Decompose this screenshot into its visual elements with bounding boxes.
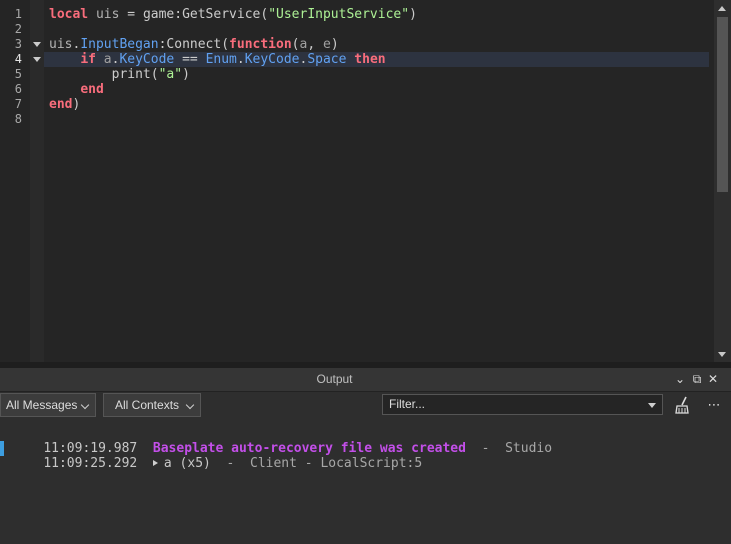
line-number: 4: [14, 52, 22, 66]
code-token: ,: [307, 37, 323, 52]
log-separator: -: [465, 441, 506, 456]
code-token: ==: [174, 52, 206, 67]
log-source: Studio: [505, 441, 553, 456]
script-editor[interactable]: 12345678 local uis = game:GetService("Us…: [0, 0, 731, 362]
fold-toggle-icon[interactable]: [33, 42, 41, 47]
code-token: Connect: [166, 37, 222, 52]
code-token: print: [111, 67, 151, 82]
code-token: (: [260, 7, 269, 22]
broom-icon[interactable]: [672, 395, 692, 417]
line-number: 8: [14, 112, 22, 126]
code-token: ): [330, 37, 339, 52]
code-token: "UserInputService": [268, 7, 410, 22]
line-number: 3: [14, 37, 22, 51]
more-icon[interactable]: ⋯: [704, 395, 724, 417]
code-token: (: [221, 37, 230, 52]
code-token: end: [80, 82, 104, 97]
log-source: Client - LocalScript:5: [250, 456, 423, 471]
fold-toggle-icon[interactable]: [33, 57, 41, 62]
line-number: 1: [14, 7, 22, 21]
code-token: =: [119, 7, 143, 22]
code-token: e: [322, 37, 331, 52]
line-number: 2: [14, 22, 22, 36]
code-token: Space: [307, 52, 347, 67]
output-panel-header: Output ⌄ ⧉ ✕: [0, 368, 731, 392]
chevron-down-icon[interactable]: ⌄: [673, 372, 687, 386]
filter-placeholder: Filter...: [389, 397, 426, 411]
log-separator: -: [210, 456, 250, 471]
code-token: (: [150, 67, 159, 82]
code-token: function: [229, 37, 292, 52]
scroll-up-icon[interactable]: [718, 6, 726, 11]
all-contexts-dropdown[interactable]: All Contexts: [103, 393, 201, 417]
code-token: local: [49, 7, 89, 22]
code-line[interactable]: end: [49, 82, 104, 97]
code-token: "a": [158, 67, 183, 82]
code-token: GetService: [182, 7, 261, 22]
code-token: Enum: [205, 52, 237, 67]
output-toolbar: All Messages All Contexts Filter... ⋯: [0, 392, 731, 420]
all-messages-dropdown[interactable]: All Messages: [0, 393, 96, 417]
code-line[interactable]: uis.InputBegan:Connect(function(a, e): [49, 37, 339, 52]
all-contexts-label: All Contexts: [115, 398, 180, 412]
code-token: ): [182, 67, 190, 82]
log-message: a (x5): [163, 456, 211, 471]
code-token: (: [291, 37, 300, 52]
scrollbar-thumb[interactable]: [717, 17, 728, 192]
code-token: a: [103, 52, 112, 67]
code-token: InputBegan: [80, 37, 159, 52]
code-line[interactable]: end): [49, 97, 80, 112]
line-number: 6: [14, 82, 22, 96]
chevron-down-icon: [80, 400, 90, 410]
code-token: :: [174, 7, 183, 22]
code-line[interactable]: print("a"): [49, 67, 190, 82]
code-token: KeyCode: [119, 52, 175, 67]
close-icon[interactable]: ✕: [706, 372, 720, 386]
expand-arrow-icon[interactable]: [152, 460, 158, 466]
code-line[interactable]: local uis = game:GetService("UserInputSe…: [49, 7, 417, 22]
code-token: uis: [95, 7, 120, 22]
editor-vertical-scrollbar[interactable]: [714, 0, 731, 362]
code-line[interactable]: if a.KeyCode == Enum.KeyCode.Space then: [49, 52, 386, 67]
filter-input[interactable]: Filter...: [382, 394, 663, 415]
scroll-down-icon[interactable]: [718, 352, 726, 357]
fold-column: [30, 0, 44, 362]
selected-entry-marker: [0, 441, 4, 456]
filter-dropdown-icon[interactable]: [648, 403, 656, 408]
code-token: uis: [49, 37, 73, 52]
line-number: 5: [14, 67, 22, 81]
log-timestamp: 11:09:25.292: [43, 456, 138, 471]
undock-icon[interactable]: ⧉: [690, 372, 704, 386]
log-entry[interactable]: 11:09:25.292 a (x5) - Client - LocalScri…: [12, 441, 422, 486]
code-token: KeyCode: [244, 52, 300, 67]
line-number-gutter: 12345678: [0, 0, 30, 362]
code-token: ): [72, 97, 81, 112]
line-number: 7: [14, 97, 22, 111]
code-token: end: [49, 97, 73, 112]
code-token: .: [236, 52, 245, 67]
code-token: if: [80, 52, 96, 67]
output-log: 11:09:19.987 Baseplate auto-recovery fil…: [0, 421, 731, 544]
chevron-down-icon: [185, 400, 195, 410]
output-panel-title: Output: [316, 372, 353, 386]
code-token: then: [354, 52, 386, 67]
code-token: ): [409, 7, 417, 22]
code-token: game: [142, 7, 175, 22]
all-messages-label: All Messages: [6, 398, 78, 412]
